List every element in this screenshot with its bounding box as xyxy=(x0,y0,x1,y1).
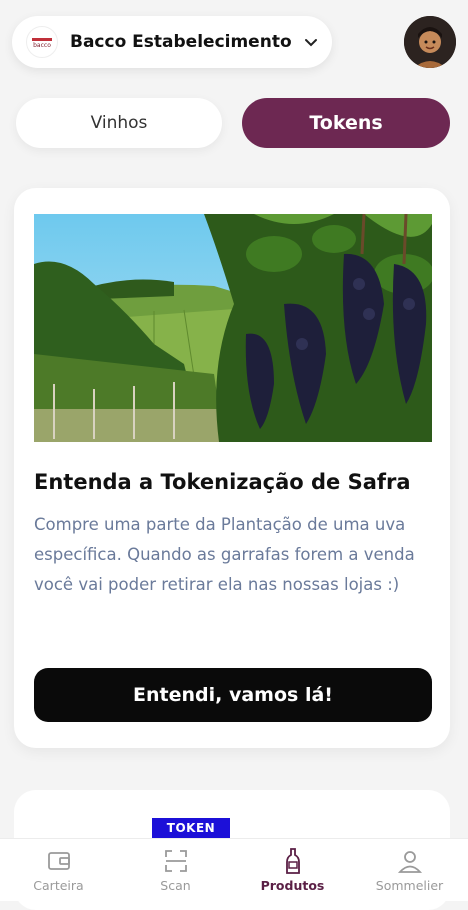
nav-scan[interactable]: Scan xyxy=(117,839,234,901)
bacco-logo: bacco xyxy=(26,26,58,58)
tab-vinhos[interactable]: Vinhos xyxy=(16,98,222,148)
profile-avatar[interactable] xyxy=(404,16,456,68)
understood-button[interactable]: Entendi, vamos lá! xyxy=(34,668,432,722)
wine-bottle-icon xyxy=(285,848,300,874)
tab-bar: Vinhos Tokens xyxy=(16,98,450,150)
nav-produtos[interactable]: Produtos xyxy=(234,839,351,901)
establishment-selector[interactable]: bacco Bacco Estabelecimento xyxy=(12,16,332,68)
scan-icon xyxy=(164,850,187,872)
user-icon xyxy=(397,851,422,873)
chevron-down-icon xyxy=(304,39,317,47)
tokenization-info-card: Entenda a Tokenização de Safra Compre um… xyxy=(14,188,450,748)
bottom-navigation: Carteira Scan Produtos Sommelier xyxy=(0,838,468,901)
nav-label: Produtos xyxy=(260,878,325,893)
nav-label: Carteira xyxy=(33,878,84,893)
card-description: Compre uma parte da Plantação de uma uva… xyxy=(34,515,415,594)
establishment-name: Bacco Estabelecimento xyxy=(70,32,292,52)
token-badge: TOKEN xyxy=(152,818,230,838)
nav-sommelier[interactable]: Sommelier xyxy=(351,839,468,901)
card-title: Entenda a Tokenização de Safra xyxy=(34,470,411,494)
svg-text:bacco: bacco xyxy=(33,42,51,49)
tab-tokens[interactable]: Tokens xyxy=(242,98,450,148)
nav-label: Scan xyxy=(160,878,191,893)
nav-carteira[interactable]: Carteira xyxy=(0,839,117,901)
nav-label: Sommelier xyxy=(375,878,444,893)
vineyard-photo xyxy=(34,214,432,442)
wallet-icon xyxy=(47,852,70,870)
